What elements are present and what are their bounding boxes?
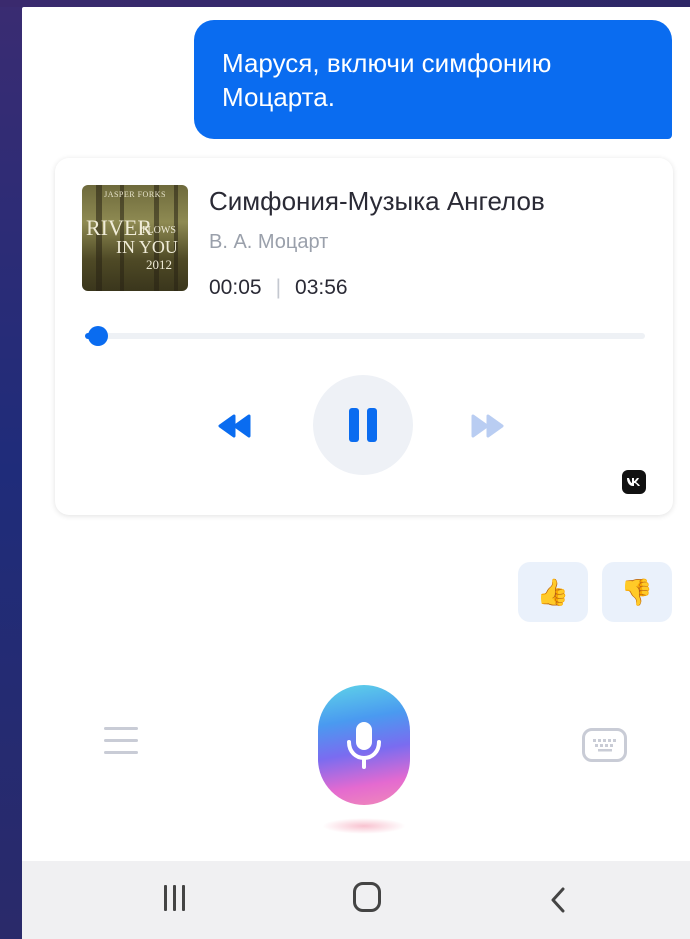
- cover-in-you-text: IN YOU: [116, 237, 178, 257]
- home-icon[interactable]: [353, 882, 381, 912]
- user-message-bubble: Маруся, включи симфонию Моцарта.: [194, 20, 672, 139]
- cover-artist-text: JASPER FORKS: [104, 190, 166, 199]
- progress-slider[interactable]: [85, 326, 645, 346]
- time-row: 00:05 | 03:56: [209, 276, 348, 300]
- back-icon[interactable]: [548, 885, 568, 915]
- total-duration: 03:56: [295, 276, 348, 299]
- user-message-line-1: Маруся, включи симфонию: [222, 48, 552, 78]
- track-artist: В. А. Моцарт: [209, 231, 329, 253]
- keyboard-icon[interactable]: [582, 728, 627, 762]
- rewind-icon: [218, 414, 251, 438]
- menu-icon[interactable]: [104, 727, 138, 755]
- pause-icon: [349, 408, 377, 442]
- thumbs-down-icon: 👎: [620, 576, 654, 607]
- microphone-icon: [347, 722, 381, 769]
- background-edge-left: [0, 0, 22, 939]
- track-title: Симфония-Музыка Ангелов: [209, 186, 545, 216]
- thumbs-up-icon: 👍: [536, 576, 570, 607]
- next-track-button[interactable]: [467, 406, 507, 446]
- dislike-button[interactable]: 👎: [602, 562, 672, 622]
- previous-track-button[interactable]: [215, 406, 255, 446]
- music-player-card: JASPER FORKS RIVER FLOWS IN YOU 2012 Сим…: [55, 158, 673, 515]
- progress-knob[interactable]: [88, 326, 109, 346]
- background-edge-top: [0, 0, 690, 7]
- microphone-button[interactable]: [318, 685, 410, 805]
- album-cover: JASPER FORKS RIVER FLOWS IN YOU 2012: [82, 185, 188, 291]
- pause-button[interactable]: [313, 375, 413, 475]
- mic-glow: [322, 818, 406, 834]
- fast-forward-icon: [471, 414, 504, 438]
- recents-icon[interactable]: [164, 885, 185, 911]
- system-navigation-bar: [22, 861, 690, 939]
- time-separator: |: [275, 276, 282, 299]
- cover-year-text: 2012: [146, 257, 172, 272]
- vk-logo-icon: [622, 470, 646, 494]
- user-message-line-2: Моцарта.: [222, 82, 335, 112]
- cover-flows-text: FLOWS: [142, 225, 176, 236]
- elapsed-time: 00:05: [209, 276, 262, 299]
- like-button[interactable]: 👍: [518, 562, 588, 622]
